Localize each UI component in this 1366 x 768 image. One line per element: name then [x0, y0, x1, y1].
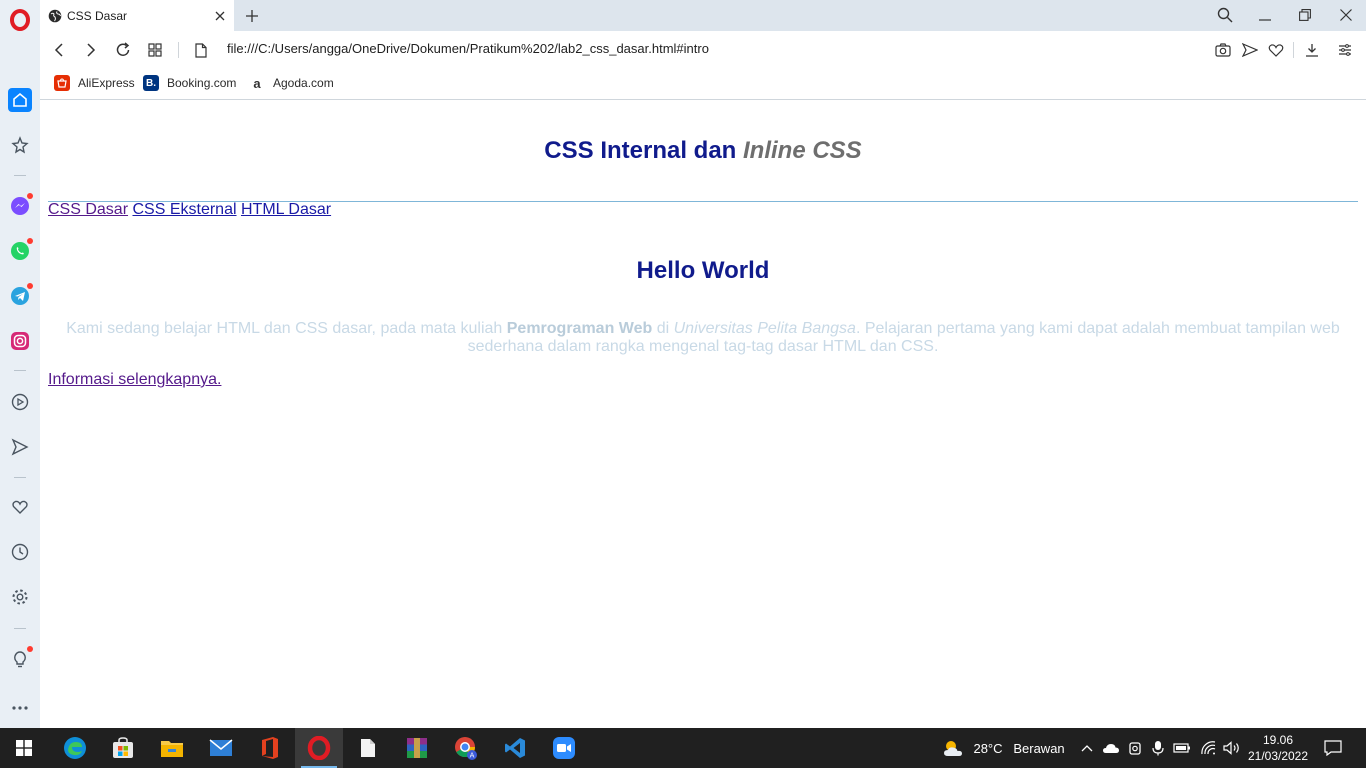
chrome-icon[interactable]: A	[442, 728, 490, 768]
page-nav: CSS Dasar CSS Eksternal HTML Dasar	[48, 201, 331, 219]
start-windows-icon[interactable]	[0, 728, 48, 768]
microphone-icon[interactable]	[1148, 728, 1168, 768]
notifications-icon[interactable]	[1318, 728, 1348, 768]
mail-icon[interactable]	[197, 728, 245, 768]
bookmark-agoda[interactable]: a Agoda.com	[249, 75, 333, 91]
clock[interactable]: 19.06 21/03/2022	[1246, 728, 1310, 768]
add-bookmark-heart-icon[interactable]	[1265, 39, 1287, 61]
player-icon[interactable]	[8, 390, 32, 414]
nav-link-css-dasar[interactable]: CSS Dasar	[48, 201, 128, 218]
more-dots-icon[interactable]	[8, 696, 32, 720]
show-hidden-icons-chevron-up-icon[interactable]	[1078, 728, 1096, 768]
file-page-icon[interactable]	[190, 39, 212, 61]
new-tab-plus-icon[interactable]	[241, 5, 263, 27]
nav-link-css-eksternal[interactable]: CSS Eksternal	[132, 201, 236, 218]
bookmark-booking[interactable]: B. Booking.com	[143, 75, 236, 91]
hello-heading: Hello World	[636, 257, 770, 284]
clock-time: 19.06	[1262, 733, 1294, 747]
battery-icon[interactable]	[1171, 728, 1193, 768]
clock-date: 21/03/2022	[1247, 749, 1309, 763]
wifi-icon[interactable]	[1197, 728, 1219, 768]
tab-title: CSS Dasar	[67, 8, 128, 23]
vscode-icon[interactable]	[491, 728, 539, 768]
forward-icon[interactable]	[80, 39, 102, 61]
tab-css-dasar[interactable]: CSS Dasar	[40, 0, 234, 31]
address-bar: file:///C:/Users/angga/OneDrive/Dokumen/…	[40, 31, 1366, 69]
settings-gear-icon[interactable]	[8, 585, 32, 609]
store-icon[interactable]	[99, 728, 147, 768]
messenger-icon[interactable]	[8, 193, 33, 218]
meet-now-icon[interactable]	[1125, 728, 1145, 768]
close-window-icon[interactable]	[1334, 4, 1358, 26]
aliexpress-icon	[54, 75, 70, 91]
instagram-icon[interactable]	[8, 329, 32, 353]
page-header: CSS Internal dan Inline CSS	[48, 101, 1358, 202]
downloads-icon[interactable]	[1301, 39, 1323, 61]
telegram-icon[interactable]	[8, 283, 33, 308]
blank-file-icon[interactable]	[344, 728, 392, 768]
easy-setup-icon[interactable]	[1334, 39, 1356, 61]
edge-icon[interactable]	[51, 728, 99, 768]
restore-icon[interactable]	[1293, 4, 1317, 26]
close-tab-icon[interactable]	[210, 6, 230, 26]
whatsapp-icon[interactable]	[8, 238, 33, 263]
opera-logo-icon[interactable]	[8, 8, 32, 32]
snapshot-camera-icon[interactable]	[1212, 39, 1234, 61]
more-info-link[interactable]: Informasi selengkapnya.	[48, 371, 221, 389]
weather-description[interactable]: Berawan	[1011, 728, 1067, 768]
history-clock-icon[interactable]	[8, 540, 32, 564]
weather-partly-cloudy-icon[interactable]	[940, 728, 968, 768]
onedrive-cloud-icon[interactable]	[1101, 728, 1121, 768]
lightbulb-icon[interactable]	[8, 646, 33, 671]
winrar-icon[interactable]	[393, 728, 441, 768]
back-icon[interactable]	[48, 39, 70, 61]
globe-icon	[48, 9, 62, 22]
file-explorer-icon[interactable]	[148, 728, 196, 768]
page-title: CSS Internal dan Inline CSS	[544, 137, 862, 164]
volume-speaker-icon[interactable]	[1221, 728, 1243, 768]
agoda-icon: a	[253, 75, 261, 91]
speed-dial-icon[interactable]	[8, 133, 32, 157]
send-flow-icon[interactable]	[1239, 39, 1261, 61]
bookmarks-heart-icon[interactable]	[8, 495, 32, 519]
zoom-icon[interactable]	[540, 728, 588, 768]
my-flow-icon[interactable]	[8, 435, 32, 459]
office-icon[interactable]	[246, 728, 294, 768]
opera-sidebar	[0, 0, 40, 728]
opera-taskbar-icon[interactable]	[295, 728, 343, 768]
intro-paragraph: Kami sedang belajar HTML dan CSS dasar, …	[66, 320, 1340, 355]
tab-search-icon[interactable]	[1213, 4, 1237, 26]
booking-icon: B.	[143, 75, 159, 91]
bookmarks-bar: AliExpress B. Booking.com a Agoda.com	[40, 69, 1366, 100]
nav-link-html-dasar[interactable]: HTML Dasar	[241, 201, 331, 218]
weather-temperature[interactable]: 28°C	[972, 728, 1004, 768]
home-icon[interactable]	[8, 88, 32, 112]
reload-icon[interactable]	[112, 39, 134, 61]
tabs-grid-icon[interactable]	[144, 39, 166, 61]
svg-text:A: A	[470, 752, 475, 760]
windows-taskbar: A 28°C Berawan 19.06 21/03/2022	[0, 728, 1366, 768]
url-field[interactable]: file:///C:/Users/angga/OneDrive/Dokumen/…	[227, 41, 709, 56]
web-page: CSS Internal dan Inline CSS CSS Dasar CS…	[40, 101, 1366, 728]
bookmark-aliexpress[interactable]: AliExpress	[54, 75, 135, 91]
tab-bar: CSS Dasar	[40, 0, 1366, 31]
minimize-icon[interactable]	[1253, 4, 1277, 26]
